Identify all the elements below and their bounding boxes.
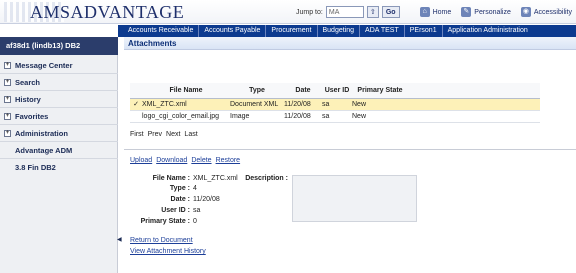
view-attachment-history-text[interactable]: View Attachment History [130, 248, 206, 255]
view-attachment-history-link[interactable]: View Attachment History [130, 248, 206, 255]
nav-procurement[interactable]: Procurement [265, 25, 316, 37]
main-nav: Accounts Receivable Accounts Payable Pro… [118, 25, 576, 37]
sidebar-divider [0, 107, 118, 108]
nav-ada-test[interactable]: ADA TEST [359, 25, 404, 37]
sidebar-item-message-center[interactable]: + Message Center [4, 59, 73, 71]
description-field[interactable] [292, 175, 417, 222]
description-label: Description : [245, 175, 288, 182]
main-content: Attachments File Name Type Date User ID … [124, 37, 576, 273]
expand-icon[interactable]: + [4, 129, 11, 137]
primary-state-label: Primary State : [140, 218, 190, 225]
sidebar-item-history[interactable]: + History [4, 93, 41, 105]
expand-icon[interactable]: + [4, 61, 11, 69]
nav-application-administration[interactable]: Application Administration [441, 25, 533, 37]
type-value: 4 [193, 185, 197, 192]
return-to-document-text[interactable]: Return to Document [130, 237, 193, 244]
primary-state-value: 0 [193, 218, 197, 225]
sidebar-divider [0, 90, 118, 91]
sidebar-divider [0, 124, 118, 125]
logo-text: AMSADVANTAGE [30, 2, 185, 22]
sidebar-item-advantage-adm[interactable]: Advantage ADM [15, 146, 72, 155]
collapse-sidebar-icon[interactable]: ◀ [117, 236, 122, 243]
home-icon: ⌂ [419, 7, 430, 17]
nav-accounts-payable[interactable]: Accounts Payable [198, 25, 265, 37]
nav-budgeting[interactable]: Budgeting [316, 25, 360, 37]
user-id-value: sa [193, 207, 201, 214]
nav-person1[interactable]: PErson1 [403, 25, 442, 37]
jump-lookup-icon[interactable]: ⇧ [366, 6, 379, 18]
jump-label: Jump to: [296, 8, 323, 16]
sidebar-divider [0, 141, 118, 142]
wrench-icon: ✎ [461, 7, 472, 17]
sidebar-item-favorites[interactable]: + Favorites [4, 110, 48, 122]
expand-icon[interactable]: + [4, 112, 11, 120]
personalize-link[interactable]: ✎ Personalize [461, 7, 511, 17]
top-header: AMSADVANTAGE Jump to: ⇧ Go ⌂Home ✎Person… [0, 0, 576, 24]
sidebar: af38d1 (lindb13) DB2 + Message Center + Se… [0, 37, 118, 273]
expand-icon[interactable]: + [4, 95, 11, 103]
jump-to: Jump to: ⇧ Go [296, 6, 400, 18]
expand-icon[interactable]: + [4, 78, 11, 86]
jump-input[interactable] [325, 6, 364, 18]
accessibility-link[interactable]: ◉ Accessibility [520, 7, 572, 17]
header-links: ⌂ Home ✎ Personalize ◉ Accessibility [419, 7, 572, 17]
go-button[interactable]: Go [381, 6, 400, 18]
return-to-document-link[interactable]: Return to Document [130, 237, 193, 244]
user-id-label: User ID : [161, 207, 190, 214]
home-link[interactable]: ⌂ Home [419, 7, 451, 17]
sidebar-divider [0, 73, 118, 74]
date-value: 11/20/08 [193, 196, 220, 203]
app-logo: AMSADVANTAGE [4, 2, 184, 22]
sidebar-item-administration[interactable]: + Administration [4, 127, 68, 139]
accessibility-icon: ◉ [520, 7, 531, 17]
sidebar-item-fin-db2[interactable]: 3.8 Fin DB2 [15, 163, 56, 172]
sidebar-divider [0, 158, 118, 159]
type-label: Type : [169, 185, 190, 192]
file-name-label: File Name : [152, 175, 190, 182]
sidebar-title: af38d1 (lindb13) DB2 [0, 37, 118, 55]
sidebar-item-search[interactable]: + Search [4, 76, 40, 88]
nav-accounts-receivable[interactable]: Accounts Receivable [118, 25, 198, 37]
date-label: Date : [170, 196, 190, 203]
